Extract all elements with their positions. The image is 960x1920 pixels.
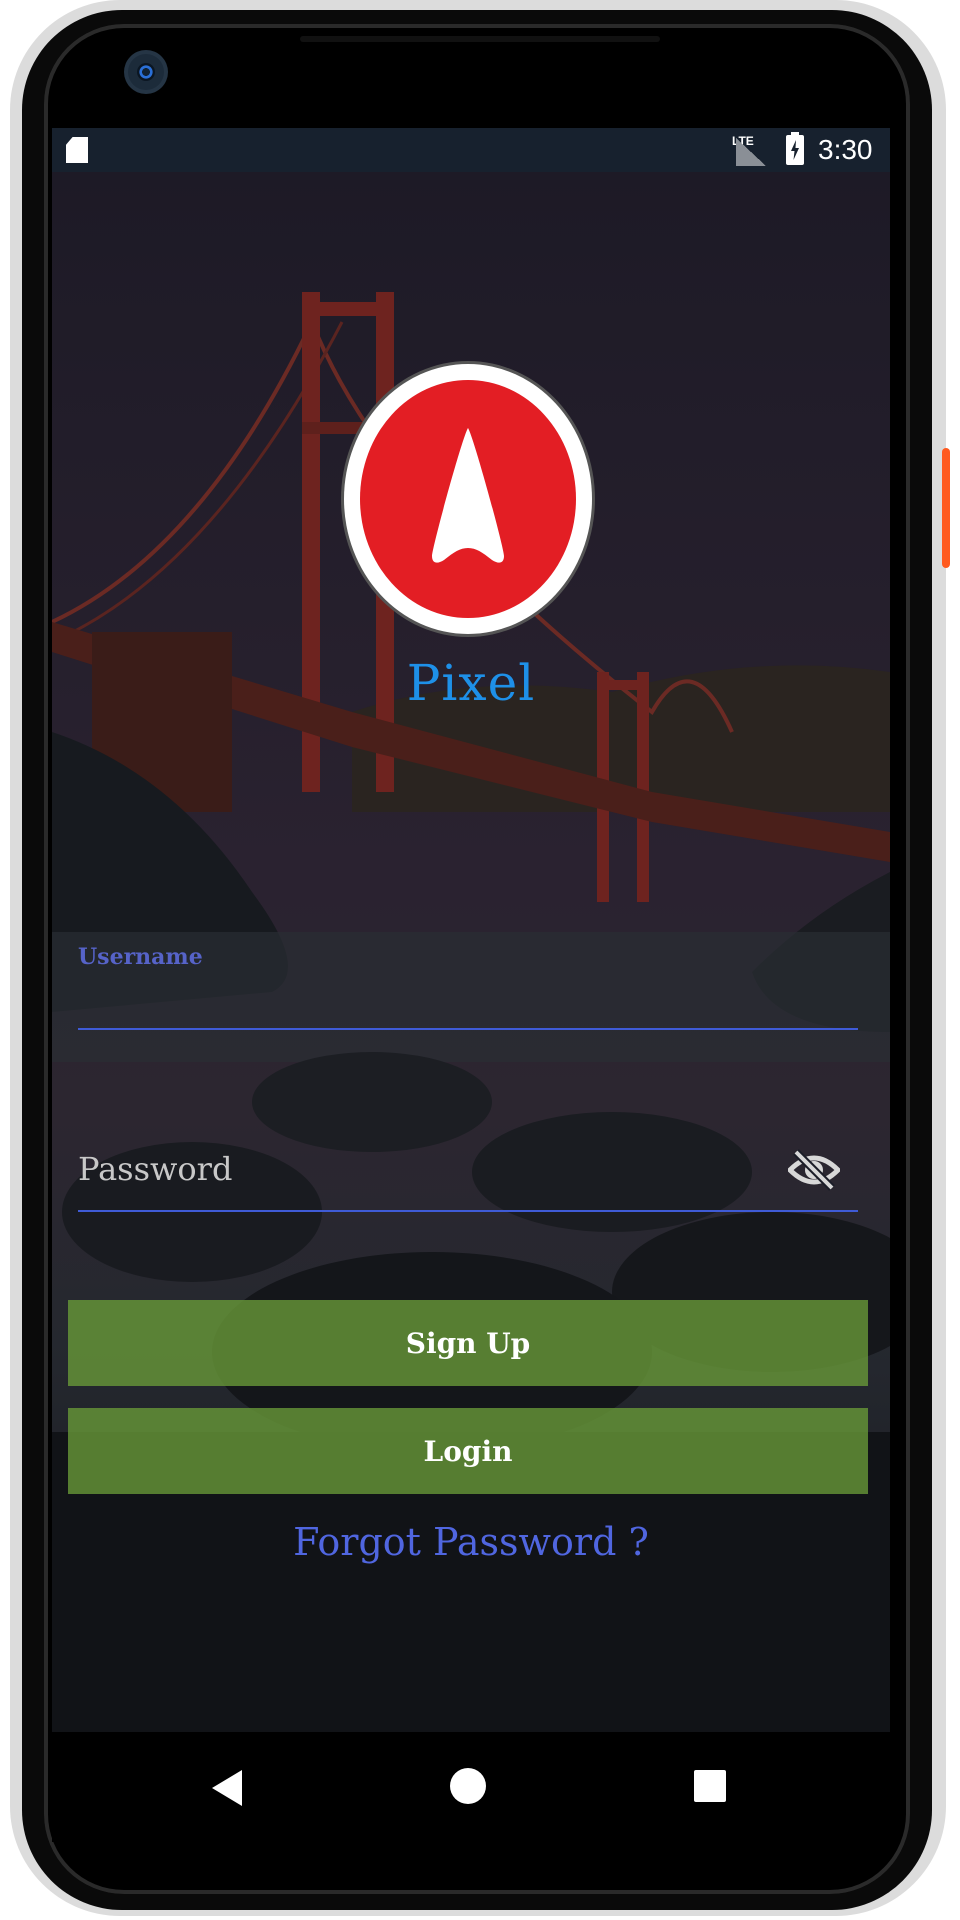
earpiece-speaker [300,36,660,42]
sign-up-button[interactable]: Sign Up [68,1300,868,1386]
home-icon[interactable] [450,1768,486,1804]
status-clock: 3:30 [818,134,873,165]
power-button [942,448,950,568]
recents-icon[interactable] [694,1770,726,1802]
front-camera [128,54,164,90]
app-screen: LTE 3:30 [52,128,890,1732]
signal-icon [736,138,766,166]
username-input[interactable] [78,968,858,1030]
app-name: Pixel [406,654,536,712]
sd-card-icon [66,137,88,163]
navigation-arrow-icon [432,428,504,563]
app-logo [344,364,592,634]
forgot-password-link[interactable]: Forgot Password ? [52,1520,890,1564]
back-icon[interactable] [212,1770,242,1806]
username-label: Username [78,944,203,970]
status-bar: LTE 3:30 [52,128,890,172]
password-input[interactable] [78,1128,858,1212]
battery-charging-icon [786,132,804,165]
login-button[interactable]: Login [68,1408,868,1494]
navigation-bar [52,1732,890,1842]
eye-off-icon[interactable] [786,1148,842,1192]
logo-badge [360,380,576,618]
